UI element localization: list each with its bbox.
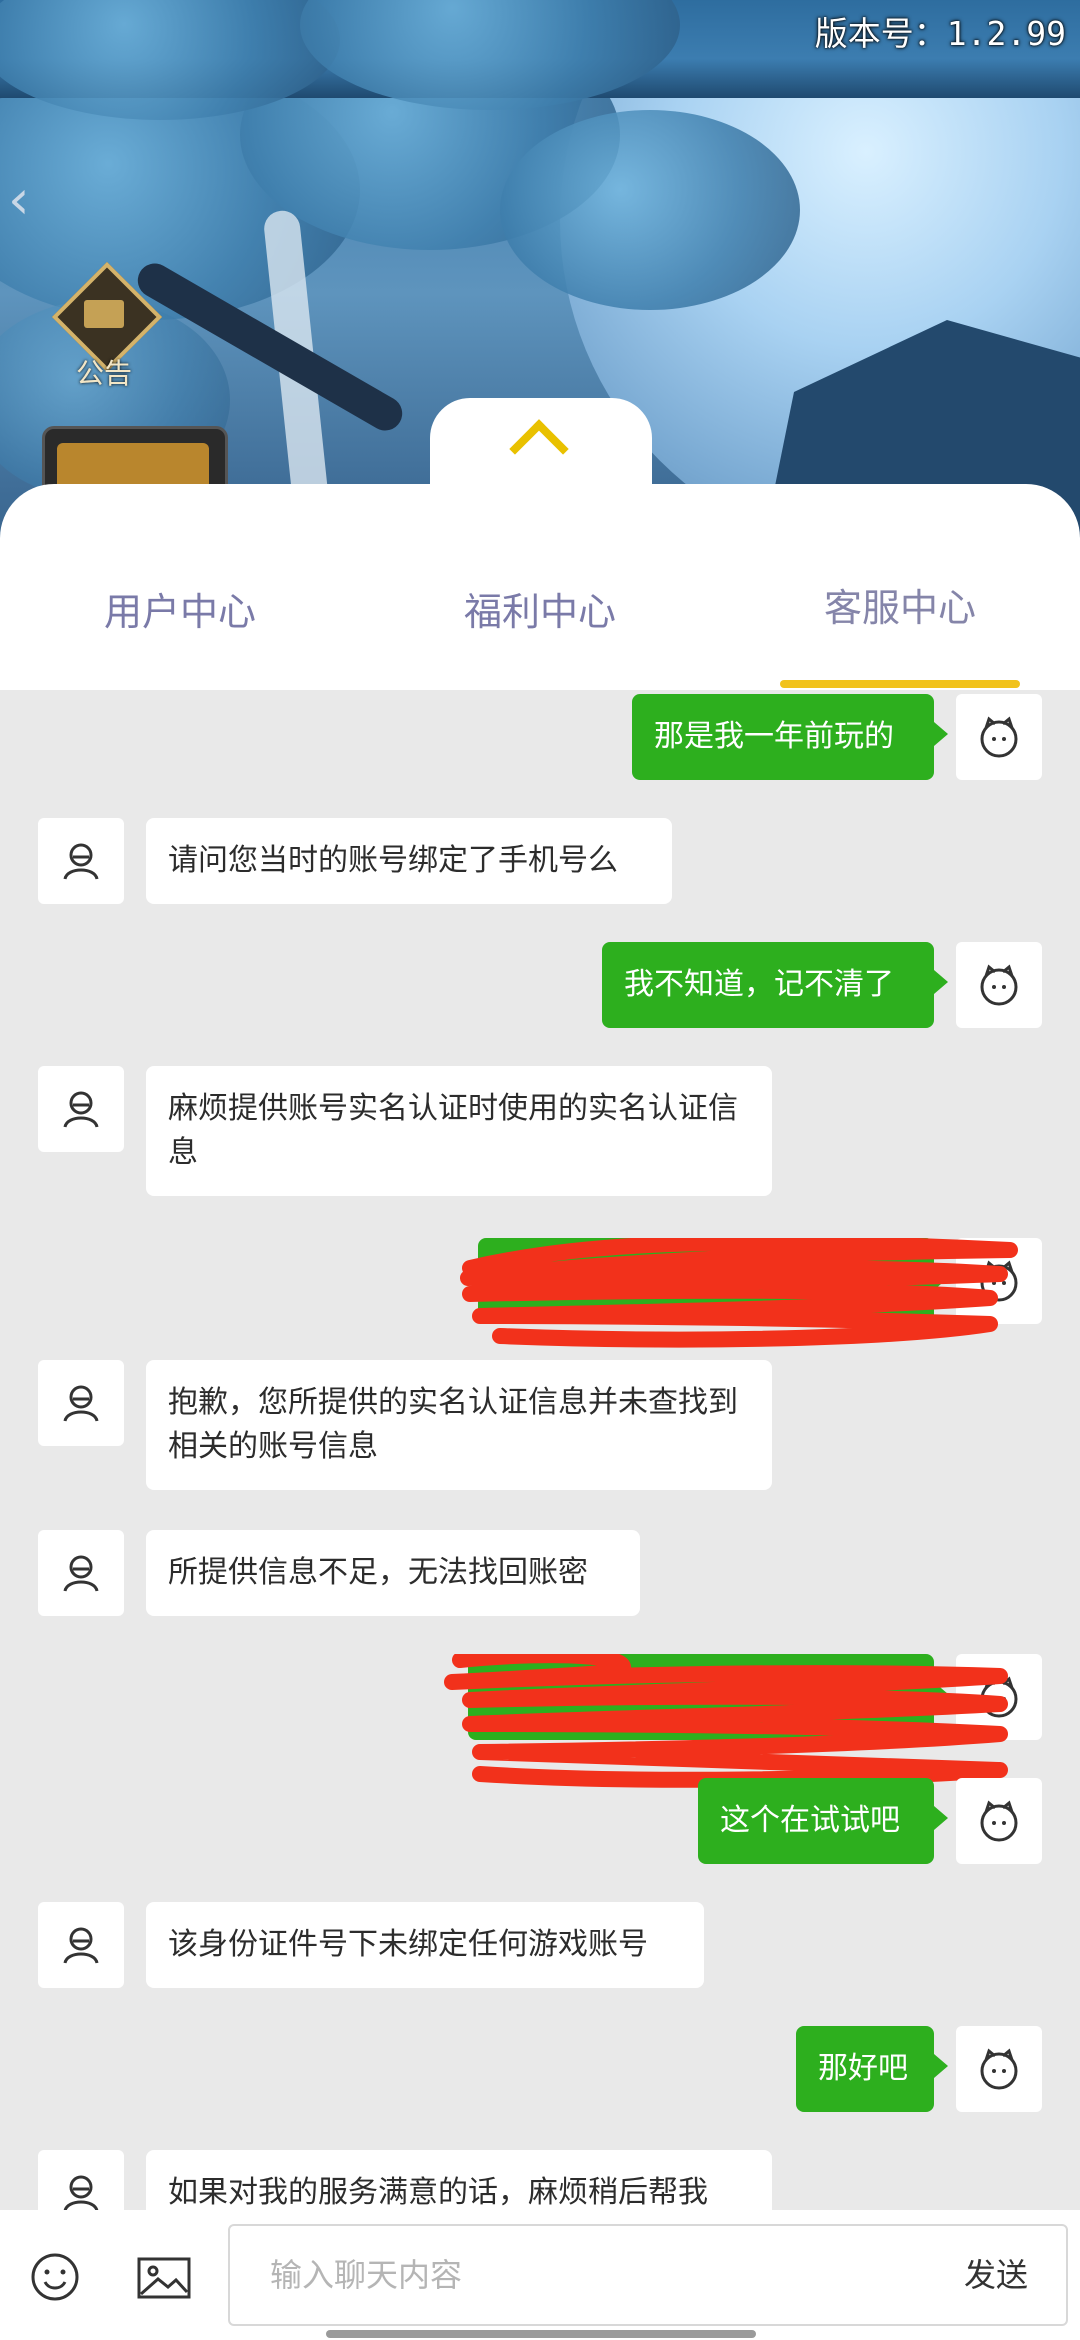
user-avatar — [956, 942, 1042, 1028]
panel-header: 用户中心 福利中心 客服中心 — [0, 484, 1080, 690]
person-icon — [63, 843, 99, 880]
chat-area[interactable]: 那是我一年前玩的 请问您当时的账号绑定了手机号么 我不知道，记不清了 麻烦提供账… — [0, 690, 1080, 2210]
agent-message-bubble: 如果对我的服务满意的话，麻烦稍后帮我 — [146, 2150, 772, 2210]
user-avatar — [956, 2026, 1042, 2112]
person-icon — [63, 1555, 99, 1592]
foliage-illustration — [500, 110, 800, 310]
agent-avatar — [38, 1360, 124, 1446]
agent-message-bubble: 麻烦提供账号实名认证时使用的实名认证信息 — [146, 1066, 772, 1196]
person-icon — [63, 2175, 99, 2210]
user-message-bubble: 这个在试试吧 — [698, 1778, 948, 1864]
chat-input-field[interactable]: 输入聊天内容 发送 — [228, 2224, 1068, 2326]
chevron-up-icon — [509, 419, 569, 479]
face-icon — [980, 964, 1018, 1006]
notice-button[interactable]: 公告 — [51, 261, 163, 394]
redaction-scribble — [444, 1654, 1008, 1788]
agent-message-bubble: 抱歉，您所提供的实名认证信息并未查找到相关的账号信息 — [146, 1360, 772, 1490]
face-icon — [980, 1800, 1018, 1842]
send-button[interactable]: 发送 — [964, 2226, 1028, 2324]
agent-avatar — [38, 1530, 124, 1616]
agent-avatar — [38, 1902, 124, 1988]
notice-label: 公告 — [75, 357, 132, 390]
user-message-bubble: 那是我一年前玩的 — [632, 694, 948, 780]
agent-avatar — [38, 818, 124, 904]
version-label: 版本号：1.2.99 — [814, 14, 1066, 53]
collapse-panel-button[interactable] — [430, 398, 652, 498]
agent-message-bubble: 请问您当时的账号绑定了手机号么 — [146, 818, 672, 904]
chat-input-bar: 输入聊天内容 发送 — [0, 2210, 1080, 2340]
person-icon — [63, 1091, 99, 1128]
user-avatar — [956, 1778, 1042, 1864]
chat-input-placeholder: 输入聊天内容 — [270, 2256, 463, 2294]
image-icon — [137, 2257, 191, 2299]
agent-message-bubble: 所提供信息不足，无法找回账密 — [146, 1530, 640, 1616]
person-icon — [63, 1385, 99, 1422]
face-icon — [980, 716, 1018, 758]
tab-user-center[interactable]: 用户中心 — [30, 582, 330, 642]
home-indicator[interactable] — [326, 2330, 756, 2338]
tab-welfare-center[interactable]: 福利中心 — [390, 582, 690, 642]
agent-avatar — [38, 1066, 124, 1152]
emoji-button[interactable] — [28, 2250, 82, 2304]
scroll-icon — [84, 300, 124, 328]
image-button[interactable] — [136, 2254, 192, 2302]
face-icon — [980, 2048, 1018, 2090]
agent-avatar — [38, 2150, 124, 2210]
redaction-scribble — [460, 1238, 1018, 1348]
agent-message-bubble: 该身份证件号下未绑定任何游戏账号 — [146, 1902, 704, 1988]
user-avatar — [956, 694, 1042, 780]
chevron-left-icon[interactable]: ‹ — [8, 170, 48, 230]
tab-customer-service[interactable]: 客服中心 — [750, 578, 1050, 638]
active-tab-indicator — [780, 680, 1020, 688]
user-message-bubble: 那好吧 — [796, 2026, 948, 2112]
smiley-icon — [31, 2253, 79, 2301]
foliage-illustration — [300, 0, 680, 110]
user-message-bubble: 我不知道，记不清了 — [602, 942, 948, 1028]
person-icon — [63, 1927, 99, 1964]
